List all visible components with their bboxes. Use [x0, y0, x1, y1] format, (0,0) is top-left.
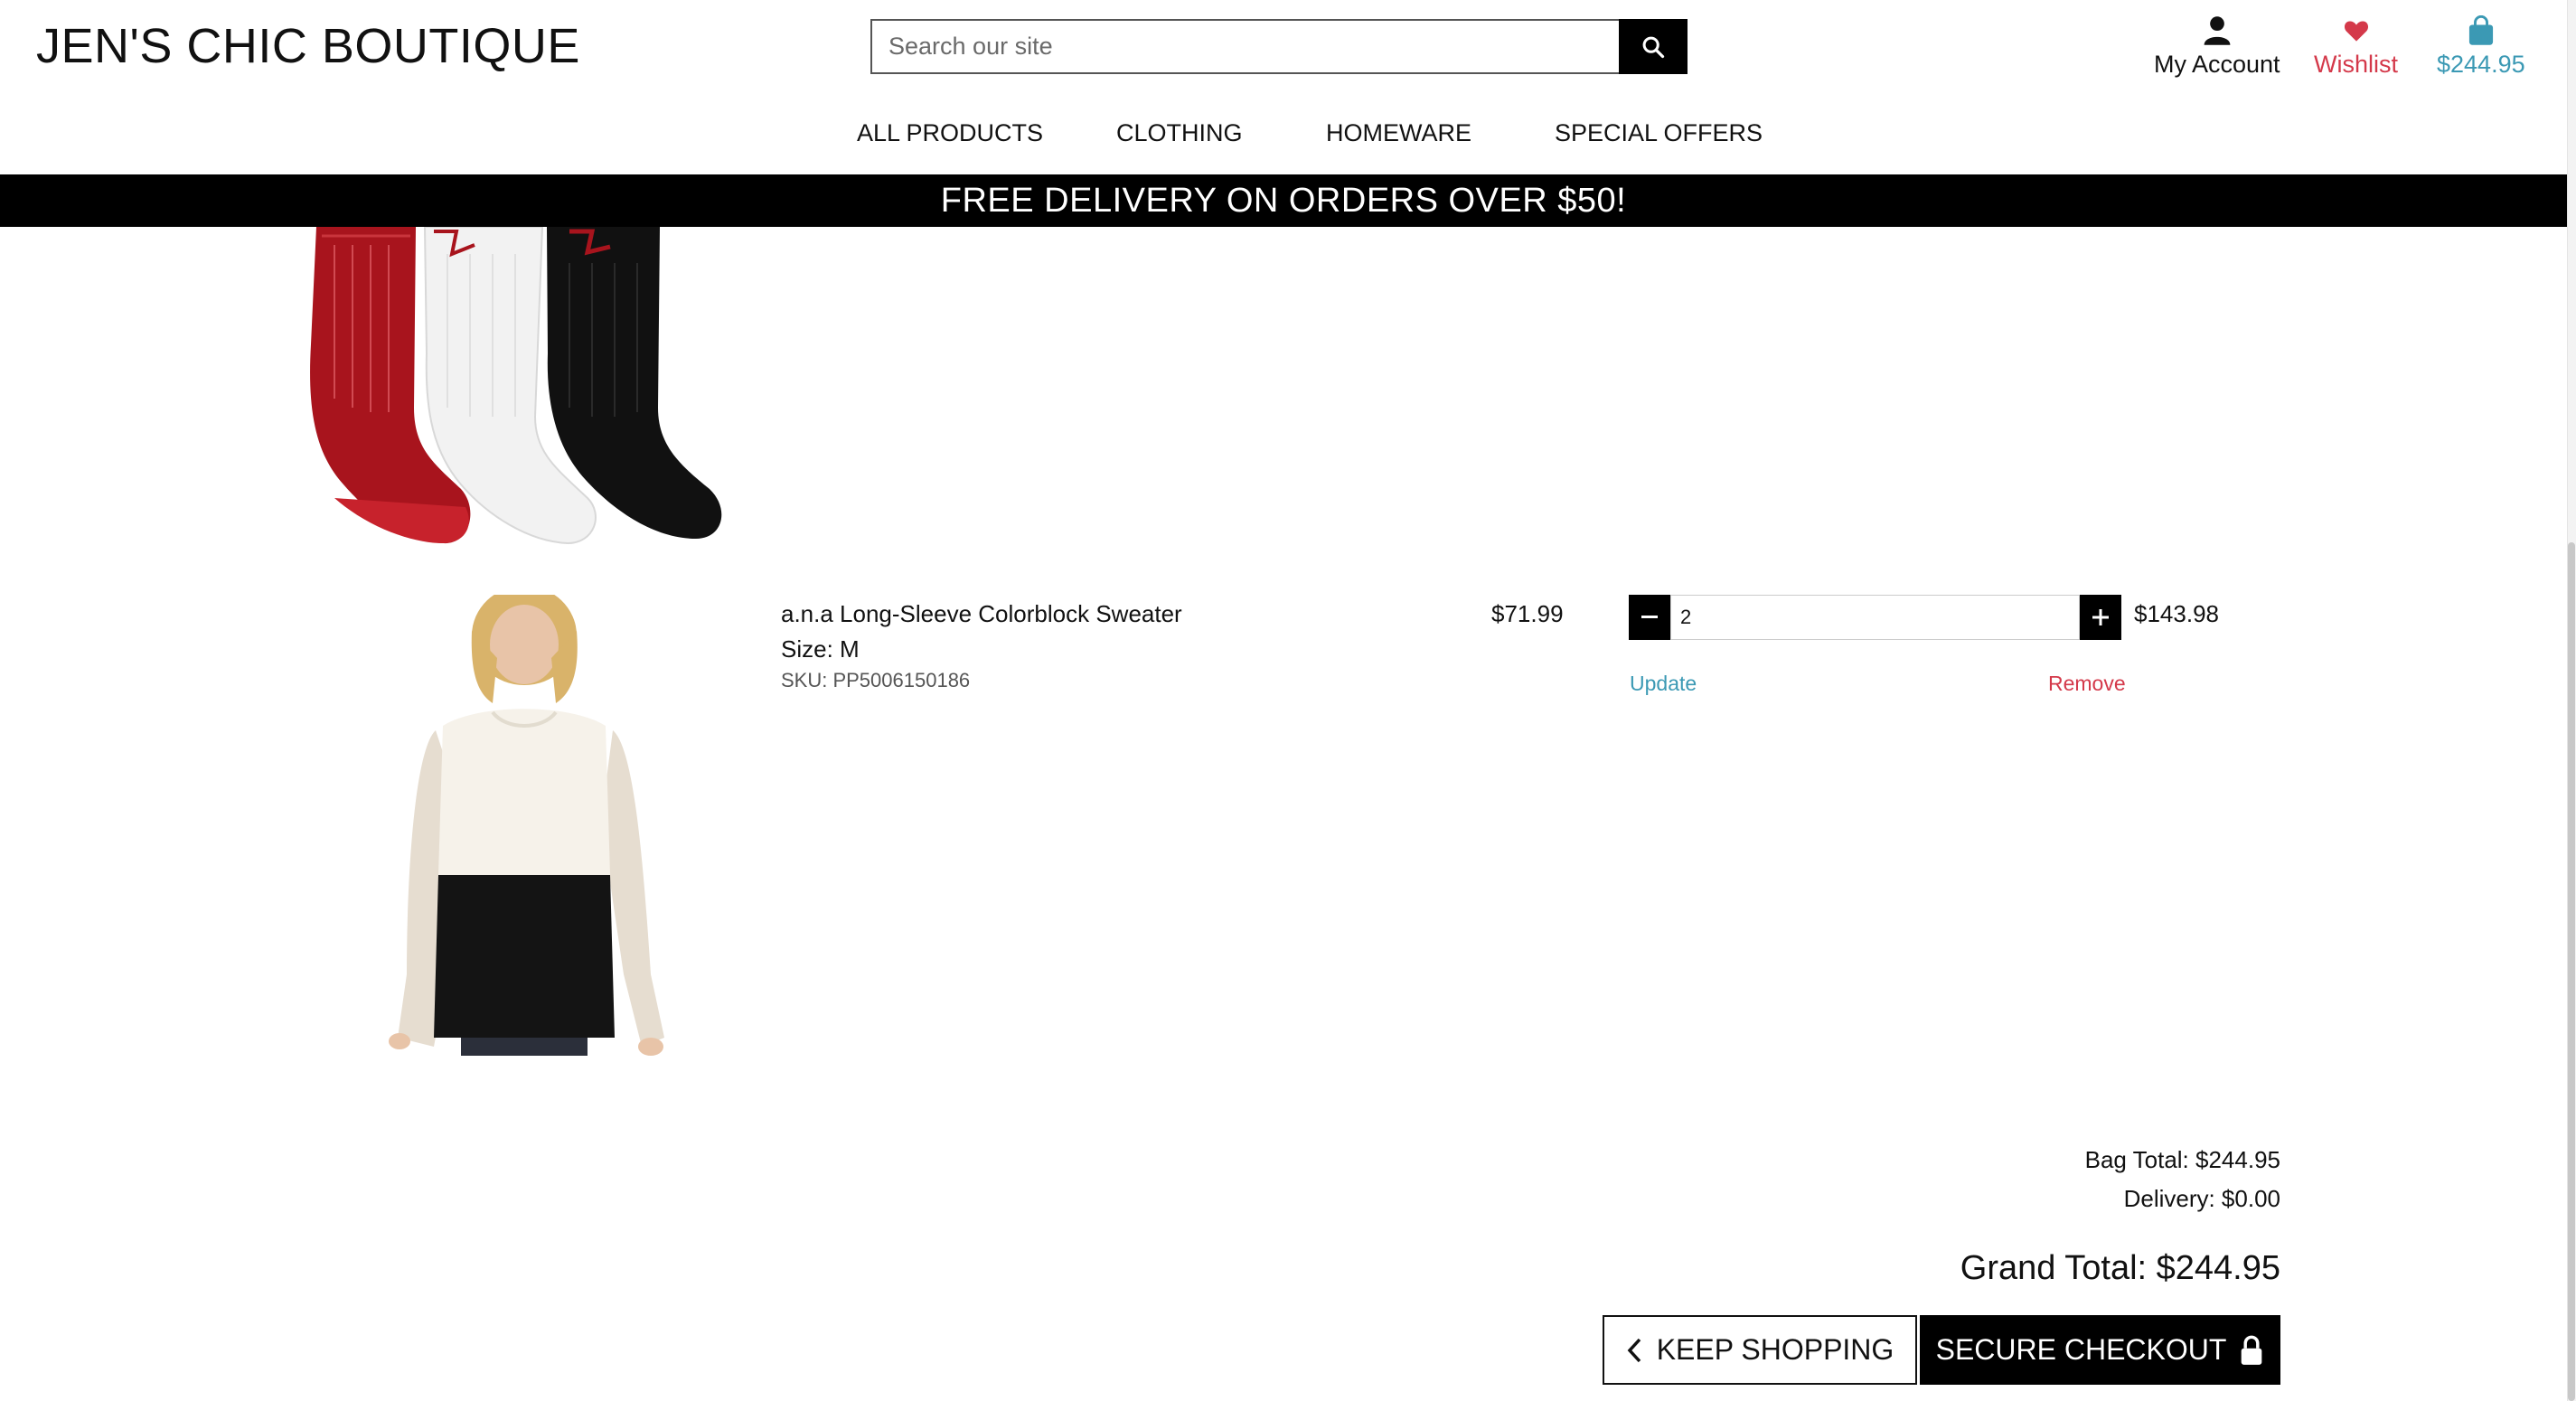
update-link[interactable]: Update	[1630, 672, 1697, 696]
increment-button[interactable]	[2080, 595, 2121, 640]
delivery-banner-text: FREE DELIVERY ON ORDERS OVER $50!	[940, 181, 1627, 220]
search-input[interactable]	[870, 19, 1619, 74]
site-header: JEN'S CHIC BOUTIQUE My Account Wishlist	[0, 0, 2567, 174]
product-sku: SKU: PP5006150186	[781, 669, 971, 691]
scrollbar-thumb[interactable]	[2568, 542, 2575, 1401]
product-name[interactable]: a.n.a Long-Sleeve Colorblock Sweater	[781, 600, 1182, 628]
quantity-stepper	[1629, 595, 2121, 640]
nav-homeware[interactable]: HOMEWARE	[1326, 119, 1471, 147]
product-subtotal: $143.98	[2134, 600, 2219, 627]
lock-icon	[2242, 1335, 2262, 1365]
delivery-banner: FREE DELIVERY ON ORDERS OVER $50!	[0, 174, 2567, 227]
search-button[interactable]	[1619, 19, 1688, 74]
secure-checkout-button[interactable]: SECURE CHECKOUT	[1920, 1315, 2280, 1385]
product-size: Size: M	[781, 635, 860, 663]
decrement-button[interactable]	[1629, 595, 1670, 640]
bag-total: Bag Total: $244.95	[2084, 1146, 2280, 1173]
page-scrollbar[interactable]	[2567, 0, 2576, 1401]
delivery-cost: Delivery: $0.00	[2123, 1185, 2280, 1212]
product-price: $71.99	[1491, 600, 1564, 627]
nav-special-offers[interactable]: SPECIAL OFFERS	[1555, 119, 1763, 147]
wishlist-link[interactable]: Wishlist	[2314, 13, 2398, 79]
wishlist-label: Wishlist	[2314, 51, 2398, 78]
nav-all-products[interactable]: ALL PRODUCTS	[857, 119, 1043, 147]
search-icon	[1642, 36, 1665, 58]
remove-link[interactable]: Remove	[2048, 672, 2126, 696]
keep-shopping-label: KEEP SHOPPING	[1656, 1333, 1894, 1366]
plus-icon	[2092, 609, 2109, 625]
shopping-bag-icon	[2468, 13, 2495, 49]
bag-total-label: $244.95	[2437, 51, 2525, 78]
heart-icon	[2344, 13, 2369, 49]
brand-logo[interactable]: JEN'S CHIC BOUTIQUE	[36, 18, 580, 74]
my-account-label: My Account	[2154, 51, 2280, 78]
nav-clothing[interactable]: CLOTHING	[1116, 119, 1243, 147]
user-icon	[2203, 13, 2232, 49]
shopping-bag-link[interactable]: $244.95	[2437, 13, 2525, 79]
quantity-input[interactable]	[1670, 595, 2080, 640]
my-account-link[interactable]: My Account	[2154, 13, 2280, 79]
sweater-product-image[interactable]	[380, 595, 687, 1056]
grand-total: Grand Total: $244.95	[1960, 1249, 2280, 1287]
minus-icon	[1641, 616, 1658, 618]
secure-checkout-label: SECURE CHECKOUT	[1935, 1333, 2227, 1366]
search-bar	[870, 19, 1688, 74]
keep-shopping-button[interactable]: KEEP SHOPPING	[1603, 1315, 1917, 1385]
chevron-left-icon	[1627, 1338, 1641, 1362]
socks-product-image[interactable]	[298, 227, 741, 552]
